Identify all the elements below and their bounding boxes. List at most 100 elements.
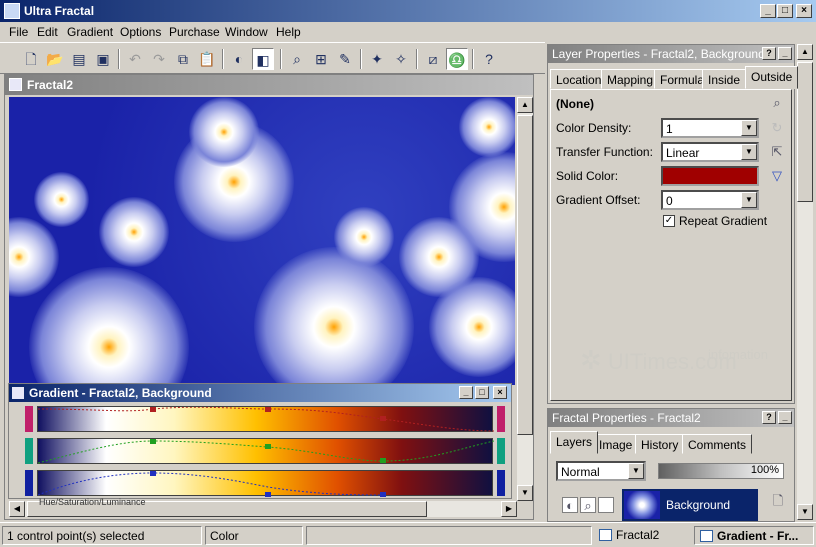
gradient-offset-field[interactable]: 0 ▼: [661, 190, 759, 210]
add-point-icon[interactable]: ✦: [366, 48, 388, 70]
tab-inside[interactable]: Inside: [702, 69, 747, 89]
menu-gradient[interactable]: Gradient: [67, 25, 113, 39]
open-recent-icon[interactable]: ▤: [68, 48, 90, 70]
tab-outside[interactable]: Outside: [745, 66, 799, 89]
menu-options[interactable]: Options: [120, 25, 161, 39]
chevron-down-icon[interactable]: ▼: [628, 463, 644, 479]
paste-icon[interactable]: 📋: [196, 48, 218, 70]
fractal-properties-title-bar: Fractal Properties - Fractal2 ? _: [548, 409, 794, 427]
taskbar-tab-fractal2-label: Fractal2: [616, 528, 660, 542]
zoom-icon[interactable]: ⌕: [286, 48, 308, 70]
undo-icon[interactable]: ↶: [124, 48, 146, 70]
layer-visibility-icon[interactable]: [598, 497, 614, 513]
browse-formula-icon[interactable]: ⌕: [769, 95, 785, 111]
taskbar-tab-fractal2[interactable]: Fractal2: [594, 526, 694, 545]
fractal-properties-help-button[interactable]: ?: [762, 411, 776, 424]
menu-bar: File Edit Gradient Options Purchase Wind…: [0, 22, 816, 42]
gradient-edit-icon[interactable]: ⧄: [422, 48, 444, 70]
gradient-side-right-1: [497, 406, 505, 432]
gradient-strip-green[interactable]: [37, 438, 494, 464]
layer-zoom-icon[interactable]: ⌕: [580, 497, 596, 513]
fractal-mode-icon[interactable]: ◐: [228, 48, 250, 70]
select-region-icon[interactable]: ⊞: [310, 48, 332, 70]
fractal-image[interactable]: [9, 97, 515, 385]
edit-link-icon[interactable]: ⇱: [769, 144, 785, 160]
repeat-gradient-label: Repeat Gradient: [679, 214, 768, 228]
curve-edit-icon[interactable]: ♎: [446, 48, 468, 70]
menu-edit[interactable]: Edit: [37, 25, 58, 39]
color-density-field[interactable]: 1 ▼: [661, 118, 759, 138]
vertical-scroll-thumb[interactable]: [517, 115, 533, 435]
solid-color-swatch[interactable]: [661, 166, 759, 186]
gradient-strip-red[interactable]: [37, 406, 494, 432]
tab-comments[interactable]: Comments: [682, 434, 753, 454]
layer-fractal-icon[interactable]: ◐: [562, 497, 578, 513]
tab-layers[interactable]: Layers: [550, 431, 599, 454]
gradient-minimize-button[interactable]: _: [459, 386, 473, 399]
new-file-icon[interactable]: 🗋: [20, 48, 42, 70]
eyedropper-icon[interactable]: ✎: [334, 48, 356, 70]
menu-purchase[interactable]: Purchase: [169, 25, 220, 39]
document-icon: [599, 529, 612, 541]
reset-icon[interactable]: ↻: [769, 120, 785, 136]
scroll-down-arrow-icon[interactable]: ▼: [797, 504, 813, 520]
tab-mapping[interactable]: Mapping: [601, 69, 660, 89]
close-button[interactable]: ×: [796, 4, 812, 18]
redo-icon[interactable]: ↷: [148, 48, 170, 70]
layer-name: Background: [666, 498, 731, 512]
opacity-slider[interactable]: 100%: [658, 463, 784, 479]
save-icon[interactable]: ▣: [92, 48, 114, 70]
menu-file[interactable]: File: [9, 25, 28, 39]
layer-row-background[interactable]: Background: [622, 489, 758, 521]
fractal-properties-panel: Fractal Properties - Fractal2 ? _ Layers…: [547, 408, 795, 522]
app-title: Ultra Fractal: [24, 4, 95, 18]
document-title-bar: Fractal2: [5, 75, 533, 95]
tab-image[interactable]: Image: [593, 434, 639, 454]
chevron-down-icon[interactable]: ▼: [741, 192, 757, 208]
minimize-button[interactable]: _: [760, 4, 776, 18]
scroll-up-arrow-icon[interactable]: ▲: [797, 44, 813, 60]
layer-properties-title: Layer Properties - Fractal2, Background: [552, 47, 765, 61]
maximize-button[interactable]: □: [777, 4, 793, 18]
status-bar: 1 control point(s) selected Color Fracta…: [0, 522, 816, 547]
blend-mode-select[interactable]: Normal ▼: [556, 461, 646, 481]
gradient-strip-blue[interactable]: [37, 470, 493, 497]
scroll-left-arrow-icon[interactable]: ◀: [9, 501, 25, 517]
watermark-subtext: infomation: [708, 347, 768, 362]
app-title-bar: Ultra Fractal _ □ ×: [0, 0, 816, 22]
document-title: Fractal2: [27, 78, 74, 92]
help-icon[interactable]: ?: [478, 48, 500, 70]
repeat-gradient-checkbox[interactable]: ✓: [663, 215, 675, 227]
tab-history[interactable]: History: [635, 434, 685, 454]
layer-properties-minimize-button[interactable]: _: [778, 47, 792, 60]
fractal-properties-minimize-button[interactable]: _: [778, 411, 792, 424]
status-empty: [306, 526, 592, 545]
layer-properties-help-button[interactable]: ?: [762, 47, 776, 60]
remove-point-icon[interactable]: ✧: [390, 48, 412, 70]
right-panel-scrollbar[interactable]: ▲ ▼: [797, 44, 813, 520]
color-density-value: 1: [666, 122, 673, 136]
color-density-label: Color Density:: [556, 121, 632, 135]
document-vertical-scrollbar[interactable]: ▲ ▼: [517, 97, 533, 501]
gradient-close-button[interactable]: ×: [493, 386, 507, 399]
scroll-right-arrow-icon[interactable]: ▶: [501, 501, 517, 517]
add-layer-icon[interactable]: 🗋: [770, 493, 786, 509]
scroll-down-arrow-icon[interactable]: ▼: [517, 485, 533, 501]
scroll-up-arrow-icon[interactable]: ▲: [517, 97, 533, 113]
gradient-maximize-button[interactable]: □: [475, 386, 489, 399]
gradient-mode-icon[interactable]: ◧: [252, 48, 274, 70]
status-mode: Color: [205, 526, 303, 545]
open-folder-icon[interactable]: 📂: [44, 48, 66, 70]
main-toolbar: 🗋 📂 ▤ ▣ ↶ ↷ ⧉ 📋 ◐ ◧ ⌕ ⊞ ✎ ✦ ✧ ⧄ ♎ ?: [0, 42, 545, 74]
gradient-side-right-2: [497, 438, 505, 464]
menu-window[interactable]: Window: [225, 25, 268, 39]
right-scroll-thumb[interactable]: [797, 62, 813, 202]
chevron-down-icon[interactable]: ▼: [741, 144, 757, 160]
expand-triangle-icon[interactable]: ▽: [769, 168, 785, 184]
menu-help[interactable]: Help: [276, 25, 301, 39]
copy-icon[interactable]: ⧉: [172, 48, 194, 70]
taskbar-tab-gradient[interactable]: Gradient - Fr...: [694, 526, 814, 545]
tab-location[interactable]: Location: [550, 69, 608, 89]
transfer-function-select[interactable]: Linear ▼: [661, 142, 759, 162]
chevron-down-icon[interactable]: ▼: [741, 120, 757, 136]
